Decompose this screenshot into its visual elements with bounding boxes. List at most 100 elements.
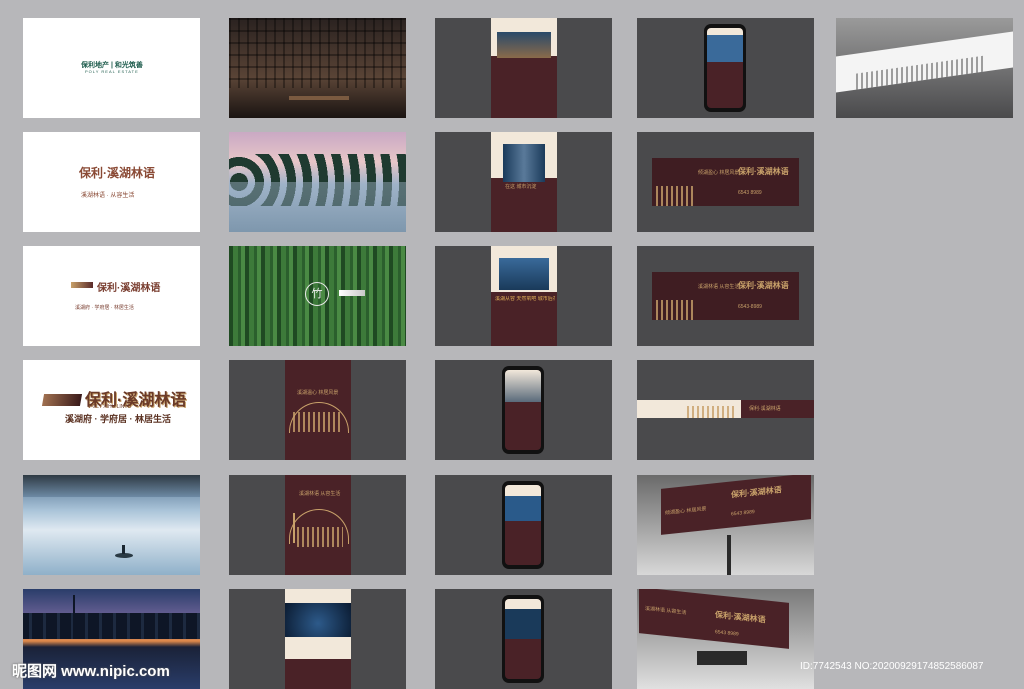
lake-poster: 溪湖从容 天然氧吧 城市后花园 [491,246,557,346]
globe-shape [285,603,351,637]
project-subtitle: 溪湖林语 · 从容生活 [81,193,135,199]
banner-tile[interactable]: 溪湖林语 从容生活 保利·溪湖林语 6543-8989 [637,246,814,346]
project-title: 保利·溪湖林语 [79,166,155,180]
banner-phone: 6543-8989 [738,304,762,310]
watermark-id: ID:7742543 NO:20200929174852586087 [800,661,984,672]
tower-image [503,144,545,182]
bamboo-stem [293,513,295,543]
phone-frame [502,366,544,454]
screen-image [505,599,541,639]
building-facade [836,31,1013,93]
skyline-shape [293,412,343,432]
phone-screen [505,485,541,565]
poster-headline: 溪湖林语 从容生活 [299,491,341,497]
library-photo[interactable] [229,18,406,118]
phone-mockup-tile[interactable] [637,18,814,118]
project-title: 保利·溪湖林语 [97,283,161,294]
skyline-shape [23,613,200,639]
poster-tile[interactable]: 溪湖林语 从容生活 [229,475,406,575]
title-card[interactable]: 保利·溪湖林语 溪湖林语 · 从容生活 [23,132,200,232]
billboard-pole [727,535,731,575]
poster-caption: 在这 城市沉淀 [505,184,537,190]
logo-bar [339,290,365,296]
skyline-shape [687,406,737,418]
preview-grid: { "column1": { "tile1": { "logo_cn": "保利… [0,0,1024,689]
poster-tile[interactable]: 溪湖温心 林居风景 [229,360,406,460]
poster-tile[interactable]: 在这 城市沉淀 [435,132,612,232]
horizontal-banner: 溪湖林语 从容生活 保利·溪湖林语 6543-8989 [652,272,799,320]
title-card-3d[interactable]: 保利·溪湖林语 POLY XIHU LINYU 溪湖府 · 学府居 · 林居生活 [23,360,200,460]
tree-line [229,154,406,182]
phone-mockup-tile[interactable] [435,589,612,689]
billboard-panel: 倾湖盈心 林居风景 保利·溪湖林语 6543 8989 [661,475,811,535]
skyline-shape [297,527,343,547]
banner-headline: 溪湖林语 从容生活 [698,284,740,290]
billboard-brand: 保利·溪湖林语 [715,610,766,625]
tower-poster: 在这 城市沉淀 [491,132,557,232]
project-english: POLY XIHU LINYU [89,404,132,410]
phone-screen [505,599,541,679]
logo-card[interactable]: 保利地产 | 和光筑善 POLY REAL ESTATE [23,18,200,118]
tower-shape [73,595,75,639]
phone-frame [502,481,544,569]
project-subtitle-3d: 溪湖府 · 学府居 · 林居生活 [65,414,171,424]
skyline-shape [856,55,986,90]
billboard-headline: 溪湖林语 从容生活 [645,605,687,617]
long-banner-tile[interactable]: 保利·溪湖林语 [637,360,814,460]
mountain-shape [23,475,200,497]
billboard-photo[interactable]: 溪湖林语 从容生活 保利·溪湖林语 6543 8989 [637,589,814,689]
banner-phone: 6543 8989 [738,190,762,196]
phone-frame [704,24,746,112]
poster-headline: 溪湖温心 林居风景 [297,390,339,396]
banner-tile[interactable]: 倾湖盈心 林居风景 保利·溪湖林语 6543 8989 [637,132,814,232]
phone-screen [505,370,541,450]
lake-image [499,258,549,290]
lake-photo[interactable] [23,475,200,575]
banner-brand: 保利·溪湖林语 [738,167,789,176]
phone-mockup-tile[interactable] [435,360,612,460]
title-card-2[interactable]: 保利·溪湖林语 溪湖府 · 学府居 · 林居生活 [23,246,200,346]
poster-tile[interactable] [435,18,612,118]
pool-image [497,32,551,58]
gold-bar [71,282,93,288]
bookshelf-pattern [229,18,406,88]
horizontal-banner: 倾湖盈心 林居风景 保利·溪湖林语 6543 8989 [652,158,799,206]
phone-screen [707,28,743,108]
poster-footer [285,659,351,689]
billboard-photo[interactable]: 倾湖盈心 林居风景 保利·溪湖林语 6543 8989 [637,475,814,575]
tree-reflection [229,182,406,206]
long-banner: 保利·溪湖林语 [637,400,814,418]
phone-mockup-tile[interactable] [435,475,612,575]
bamboo-poster: 溪湖林语 从容生活 [285,475,351,575]
poster-tile[interactable]: 溪湖从容 天然氧吧 城市后花园 [435,246,612,346]
globe-poster [285,589,351,689]
watermark-site: 昵图网 www.nipic.com [12,663,170,680]
billboard-phone: 6543 8989 [731,509,755,518]
bamboo-photo[interactable]: 竹 [229,246,406,346]
billboard-brand: 保利·溪湖林语 [731,485,782,500]
gold-bar [41,394,83,406]
billboard-base [697,651,747,665]
phone-frame [502,595,544,683]
arch-poster: 溪湖温心 林居风景 [285,360,351,460]
forest-lake-photo[interactable] [229,132,406,232]
billboard-headline: 倾湖盈心 林居风景 [665,506,707,517]
billboard-phone: 6543 8989 [715,629,739,638]
poster-caption: 溪湖从容 天然氧吧 城市后花园 [495,296,555,302]
person-figure [122,545,125,554]
logo-english: POLY REAL ESTATE [85,69,139,74]
screen-image [505,485,541,521]
pool-poster [491,18,557,118]
poster-tile[interactable] [229,589,406,689]
billboard-panel: 溪湖林语 从容生活 保利·溪湖林语 6543 8989 [639,589,789,649]
building-signage-photo[interactable] [836,18,1013,118]
skyline-shape [656,300,696,320]
screen-image [707,28,743,62]
banner-brand: 保利·溪湖林语 [738,281,789,290]
skyline-shape [656,186,696,206]
desk-shape [289,96,349,100]
banner-brand: 保利·溪湖林语 [749,406,781,412]
screen-image [505,370,541,402]
banner-headline: 倾湖盈心 林居风景 [698,170,740,176]
bamboo-char-badge: 竹 [305,282,329,306]
